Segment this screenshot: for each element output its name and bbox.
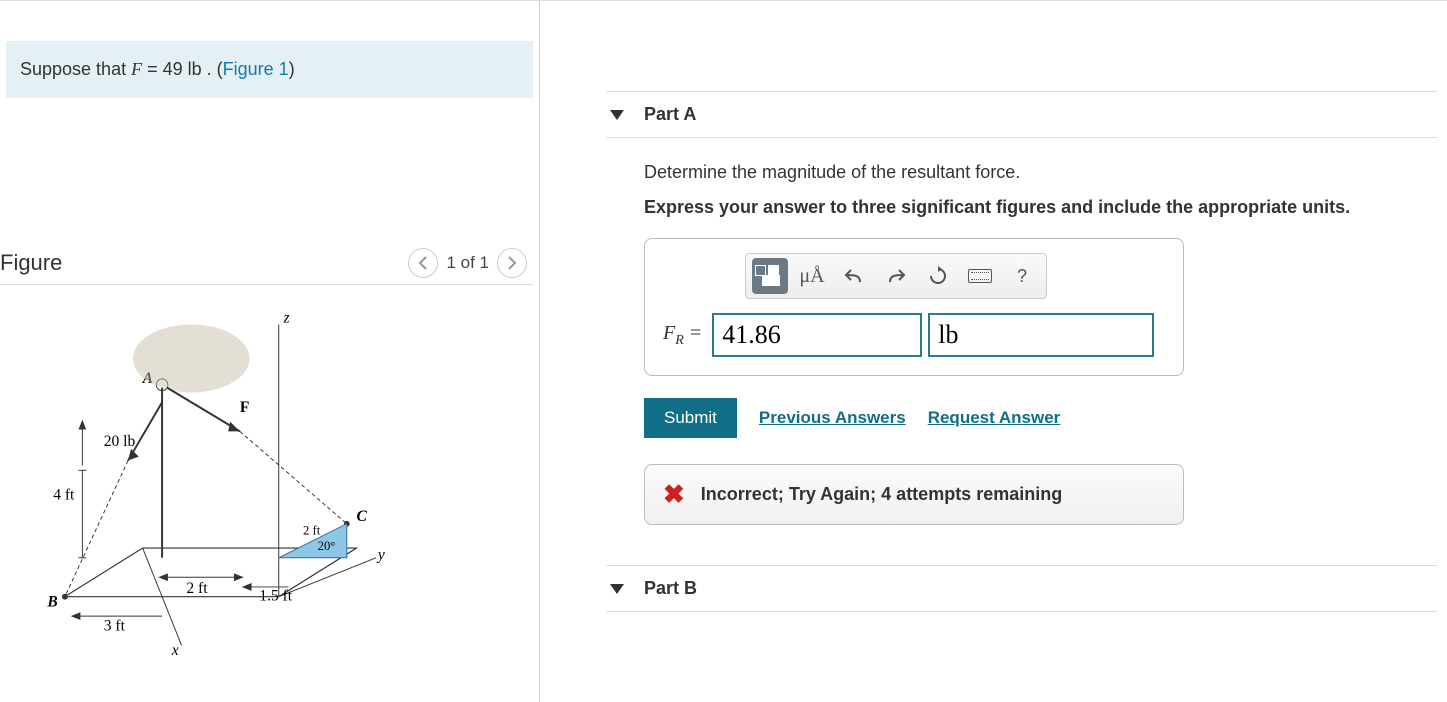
svg-text:z: z	[283, 310, 290, 327]
input-toolbar: μÅ ?	[745, 253, 1047, 299]
request-answer-link[interactable]: Request Answer	[928, 408, 1061, 428]
template-icon	[755, 265, 785, 287]
part-b-title: Part B	[644, 578, 697, 599]
prompt-close: )	[289, 59, 295, 79]
feedback-text: Incorrect; Try Again; 4 attempts remaini…	[701, 484, 1062, 505]
submit-button[interactable]: Submit	[644, 398, 737, 438]
part-b-header[interactable]: Part B	[606, 565, 1437, 612]
answer-pane: Part A Determine the magnitude of the re…	[540, 1, 1447, 702]
svg-text:2 ft: 2 ft	[303, 523, 321, 537]
svg-text:y: y	[376, 547, 385, 564]
figure-area: z y x A F C	[0, 285, 539, 680]
figure-link[interactable]: Figure 1	[223, 59, 289, 79]
problem-statement: Suppose that F = 49 lb . (Figure 1)	[6, 41, 533, 98]
chevron-right-icon	[507, 256, 517, 270]
units-button[interactable]: μÅ	[794, 258, 830, 294]
figure-next-button[interactable]	[497, 248, 527, 278]
prompt-dot: . (	[202, 59, 223, 79]
problem-pane: Suppose that F = 49 lb . (Figure 1) Figu…	[0, 1, 540, 702]
svg-text:20°: 20°	[318, 539, 336, 553]
action-row: Submit Previous Answers Request Answer	[644, 398, 1447, 438]
part-a-title: Part A	[644, 104, 696, 125]
redo-button[interactable]	[878, 258, 914, 294]
collapse-icon	[610, 110, 624, 120]
undo-button[interactable]	[836, 258, 872, 294]
svg-text:x: x	[171, 642, 179, 655]
previous-answers-link[interactable]: Previous Answers	[759, 408, 906, 428]
svg-text:C: C	[357, 508, 368, 525]
part-a-instruction: Determine the magnitude of the resultant…	[644, 162, 1447, 183]
undo-icon	[844, 268, 864, 284]
answer-row: FR =	[663, 313, 1165, 357]
part-a-header[interactable]: Part A	[606, 91, 1437, 138]
redo-icon	[886, 268, 906, 284]
answer-variable: FR =	[663, 322, 702, 349]
incorrect-icon: ✖	[663, 479, 685, 510]
svg-text:1.5 ft: 1.5 ft	[259, 588, 292, 605]
svg-text:4 ft: 4 ft	[53, 486, 75, 503]
svg-text:F: F	[240, 399, 249, 416]
feedback-box: ✖ Incorrect; Try Again; 4 attempts remai…	[644, 464, 1184, 525]
value-input[interactable]	[712, 313, 922, 357]
chevron-left-icon	[418, 256, 428, 270]
help-button[interactable]: ?	[1004, 258, 1040, 294]
prompt-prefix: Suppose that	[20, 59, 131, 79]
collapse-icon	[610, 584, 624, 594]
figure-counter: 1 of 1	[446, 253, 489, 273]
figure-heading: Figure	[0, 250, 62, 276]
keyboard-icon	[968, 269, 992, 283]
figure-prev-button[interactable]	[408, 248, 438, 278]
svg-text:B: B	[46, 593, 57, 610]
figure-diagram: z y x A F C	[30, 305, 440, 655]
prompt-unit: lb	[188, 59, 202, 79]
prompt-variable: F	[131, 59, 142, 79]
answer-box: μÅ ? FR =	[644, 238, 1184, 376]
prompt-eq: = 49	[142, 59, 188, 79]
keyboard-button[interactable]	[962, 258, 998, 294]
unit-input[interactable]	[928, 313, 1154, 357]
svg-text:20 lb: 20 lb	[104, 433, 136, 450]
reset-icon	[928, 266, 948, 286]
figure-nav: 1 of 1	[408, 248, 527, 278]
template-button[interactable]	[752, 258, 788, 294]
svg-text:3 ft: 3 ft	[104, 618, 126, 635]
svg-text:2 ft: 2 ft	[186, 580, 208, 597]
part-a-hint: Express your answer to three significant…	[644, 197, 1447, 218]
reset-button[interactable]	[920, 258, 956, 294]
